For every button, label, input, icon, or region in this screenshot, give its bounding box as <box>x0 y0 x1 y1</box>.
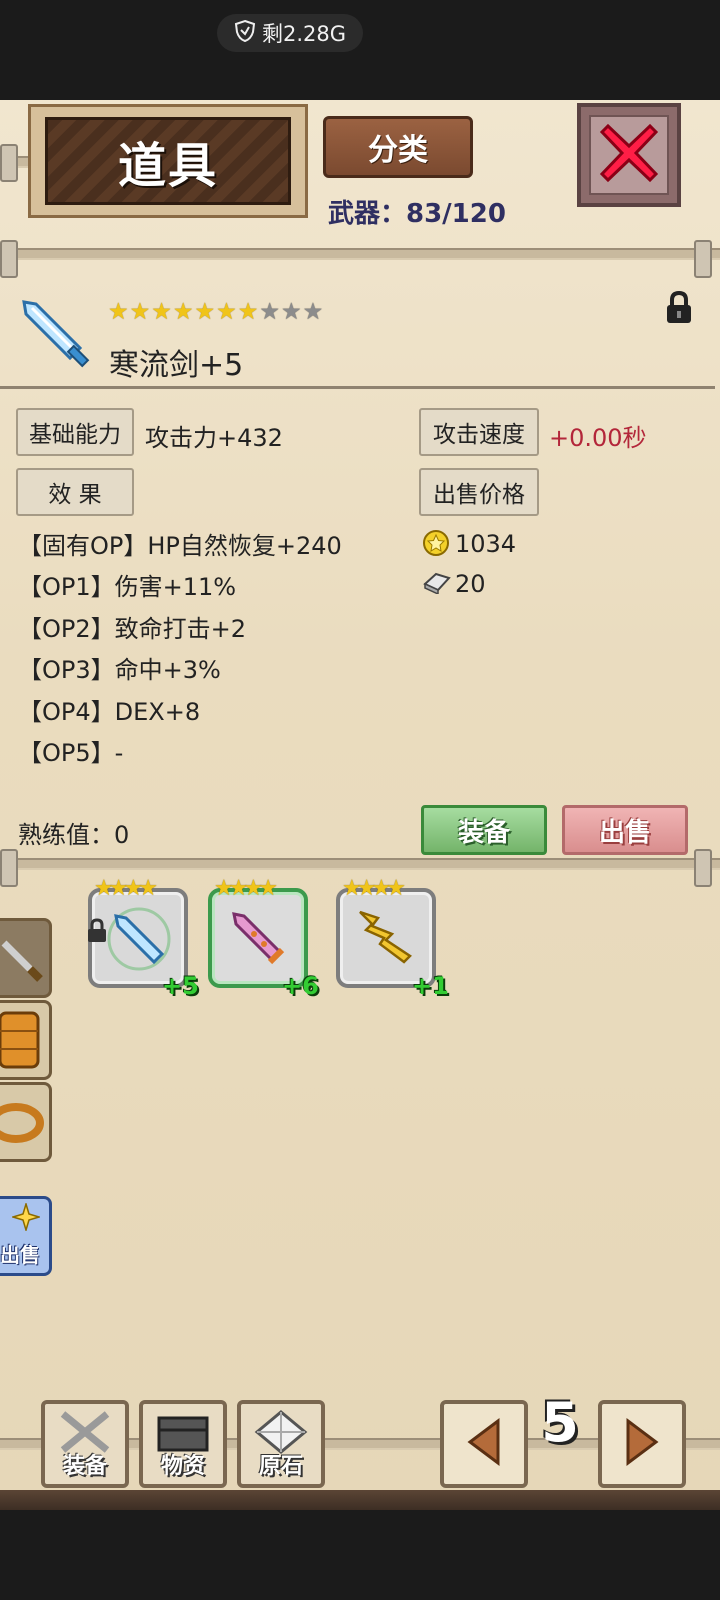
bottom-wood-border <box>0 1490 720 1510</box>
rail-divider <box>0 858 720 870</box>
tab-accessory[interactable] <box>0 1082 52 1162</box>
option-line: 【固有OP】HP自然恢复+240 <box>18 532 342 560</box>
proficiency-value: 熟练值：0 <box>18 821 130 849</box>
chest-icon <box>155 1412 211 1456</box>
option-line: 【OP2】致命打击+2 <box>18 615 247 643</box>
item-rarity-stars: ★ ★ ★ ★ <box>214 876 278 901</box>
item-rarity-stars: ★ ★ ★ ★ <box>94 876 158 901</box>
effect-label: 效 果 <box>16 468 134 516</box>
shield-icon <box>234 19 256 48</box>
enhance-level: +1 <box>412 972 449 1000</box>
star-filled-icon: ★ <box>216 299 237 325</box>
sword-icon <box>18 296 90 372</box>
equipment-category-button[interactable]: 装备 <box>41 1400 129 1488</box>
option-line: 【OP1】伤害+11% <box>18 573 237 601</box>
data-remaining-text: 剩2.28G <box>261 22 347 46</box>
enhance-level: +6 <box>282 972 319 1000</box>
star-filled-icon: ★ <box>108 299 129 325</box>
star-filled-icon: ★ <box>194 299 216 325</box>
tab-weapons[interactable] <box>0 918 52 998</box>
lock-icon[interactable] <box>663 290 695 330</box>
rail-cap <box>0 849 18 887</box>
silver-price: 20 <box>455 570 486 598</box>
bulk-sell-button[interactable]: 出售 <box>0 1196 52 1276</box>
attack-value: 攻击力+432 <box>145 424 283 452</box>
title-board: 道具 <box>28 104 308 218</box>
lightning-sword-icon <box>352 904 422 978</box>
close-icon <box>598 122 660 188</box>
next-page-button[interactable] <box>598 1400 686 1488</box>
page-title: 道具 <box>45 117 291 205</box>
header-divider <box>0 386 715 389</box>
equip-button[interactable]: 装备 <box>421 805 547 855</box>
data-remaining-indicator: 剩2.28G <box>217 14 363 52</box>
rail-cap <box>0 144 18 182</box>
star-empty-icon: ★ <box>281 299 302 325</box>
item-rarity-stars: ★ ★ ★ ★ <box>342 876 406 901</box>
option-line: 【OP5】- <box>18 739 124 767</box>
prev-page-button[interactable] <box>440 1400 528 1488</box>
page-number: 5 <box>541 1391 579 1454</box>
item-name: 寒流剑+5 <box>109 348 244 383</box>
bulk-sell-label: 出售 <box>0 1243 40 1267</box>
armor-icon <box>0 1011 46 1079</box>
star-filled-icon: ★ <box>172 299 194 325</box>
star-filled-icon: ★ <box>129 299 151 325</box>
chevron-right-icon <box>622 1417 662 1471</box>
crossed-swords-icon <box>55 1410 115 1458</box>
ore-category-button[interactable]: 原石 <box>237 1400 325 1488</box>
option-line: 【OP4】DEX+8 <box>18 698 201 726</box>
sparkle-icon <box>10 1201 42 1235</box>
item-rarity-stars: ★ ★ ★ ★ ★ ★ ★ ★ ★ ★ <box>108 300 323 324</box>
star-filled-icon: ★ <box>237 299 259 325</box>
rail-cap <box>0 240 18 278</box>
weapon-capacity: 武器：83/120 <box>328 199 506 229</box>
star-empty-icon: ★ <box>302 299 324 325</box>
sword-icon <box>0 940 46 997</box>
ice-sword-icon <box>104 904 174 978</box>
attack-speed-value: +0.00秒 <box>549 424 647 452</box>
crystal-icon <box>253 1410 309 1458</box>
rail-cap <box>694 849 712 887</box>
star-empty-icon: ★ <box>259 299 280 325</box>
materials-category-button[interactable]: 物资 <box>139 1400 227 1488</box>
enhance-level: +5 <box>162 972 199 1000</box>
sort-button[interactable]: 分类 <box>323 116 473 178</box>
sell-price-label: 出售价格 <box>419 468 539 516</box>
close-button[interactable] <box>577 103 681 207</box>
attack-speed-label: 攻击速度 <box>419 408 539 456</box>
lock-icon <box>86 918 108 948</box>
rail-divider <box>0 248 720 260</box>
pink-sword-icon <box>224 904 294 978</box>
chevron-left-icon <box>464 1417 504 1471</box>
silver-ingot-icon <box>422 570 452 598</box>
rail-cap <box>694 240 712 278</box>
gold-coin-icon <box>422 529 450 561</box>
option-line: 【OP3】命中+3% <box>18 656 221 684</box>
base-stats-label: 基础能力 <box>16 408 134 456</box>
gold-price: 1034 <box>455 530 517 558</box>
ring-icon <box>0 1103 46 1161</box>
star-filled-icon: ★ <box>151 299 172 325</box>
tab-armor[interactable] <box>0 1000 52 1080</box>
sell-button[interactable]: 出售 <box>562 805 688 855</box>
